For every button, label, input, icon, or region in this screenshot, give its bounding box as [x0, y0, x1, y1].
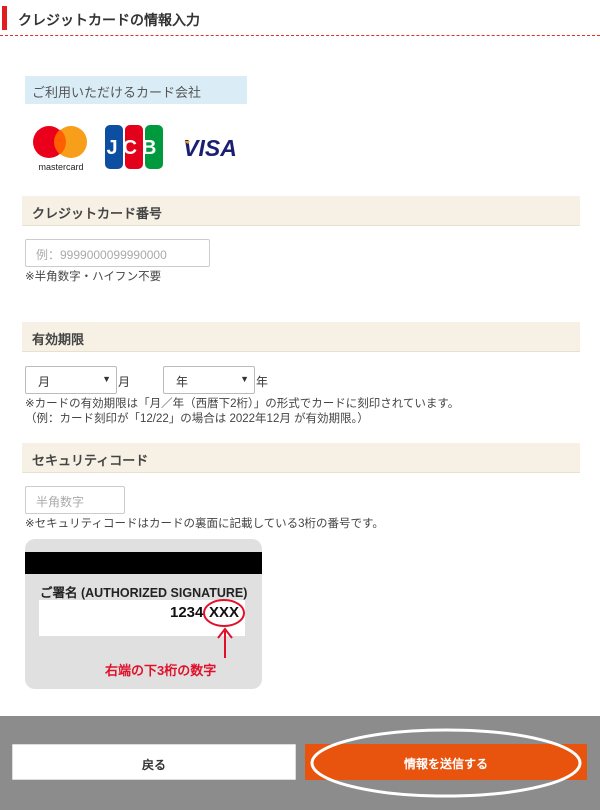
security-code-heading: セキュリティコード [22, 443, 580, 473]
visa-wordmark: VISA [183, 135, 237, 161]
security-code-note: ※セキュリティコードはカードの裏面に記載している3桁の番号です。 [25, 518, 384, 530]
card-number-heading: クレジットカード番号 [22, 196, 580, 226]
expiry-note-2: （例：カード刻印が「12/22」の場合は 2022年12月 が有効期限。） [25, 413, 369, 425]
submit-highlight-ring [310, 728, 582, 798]
year-select-value: 年 [176, 375, 189, 389]
security-code-caption: 右端の下3桁の数字 [105, 663, 217, 678]
jcb-logo: JCB [104, 124, 164, 170]
expiry-heading: 有効期限 [22, 322, 580, 352]
card-number-input[interactable]: 例：9999000099990000 [25, 239, 210, 267]
card-number-note: ※半角数字・ハイフン不要 [25, 271, 162, 283]
footer-bar: 戻る 情報を送信する [0, 716, 600, 810]
jcb-wordmark: JCB [106, 137, 161, 159]
header-accent-bar [2, 6, 7, 30]
mastercard-wordmark: mastercard [38, 162, 83, 172]
year-select[interactable]: 年 ▼ [163, 366, 255, 394]
page-title: クレジットカードの情報入力 [18, 12, 200, 28]
card-company-label: ご利用いただけるカード会社 [25, 76, 247, 104]
chevron-down-icon: ▼ [240, 374, 249, 384]
month-select[interactable]: 月 ▼ [25, 366, 117, 394]
chevron-down-icon: ▼ [102, 374, 111, 384]
page-header: クレジットカードの情報入力 [0, 0, 600, 36]
security-code-illustration: ご署名 (AUTHORIZED SIGNATURE) 1234 XXX 右端の下… [25, 539, 262, 689]
security-code-input[interactable]: 半角数字 [25, 486, 125, 514]
mastercard-logo: mastercard [30, 124, 92, 174]
month-select-value: 月 [38, 375, 51, 389]
expiry-note-1: ※カードの有効期限は「月／年（西暦下2桁）」の形式でカードに刻印されています。 [25, 398, 460, 410]
month-unit: 月 [118, 375, 131, 389]
year-unit: 年 [256, 375, 269, 389]
visa-logo: VISA [178, 132, 242, 164]
